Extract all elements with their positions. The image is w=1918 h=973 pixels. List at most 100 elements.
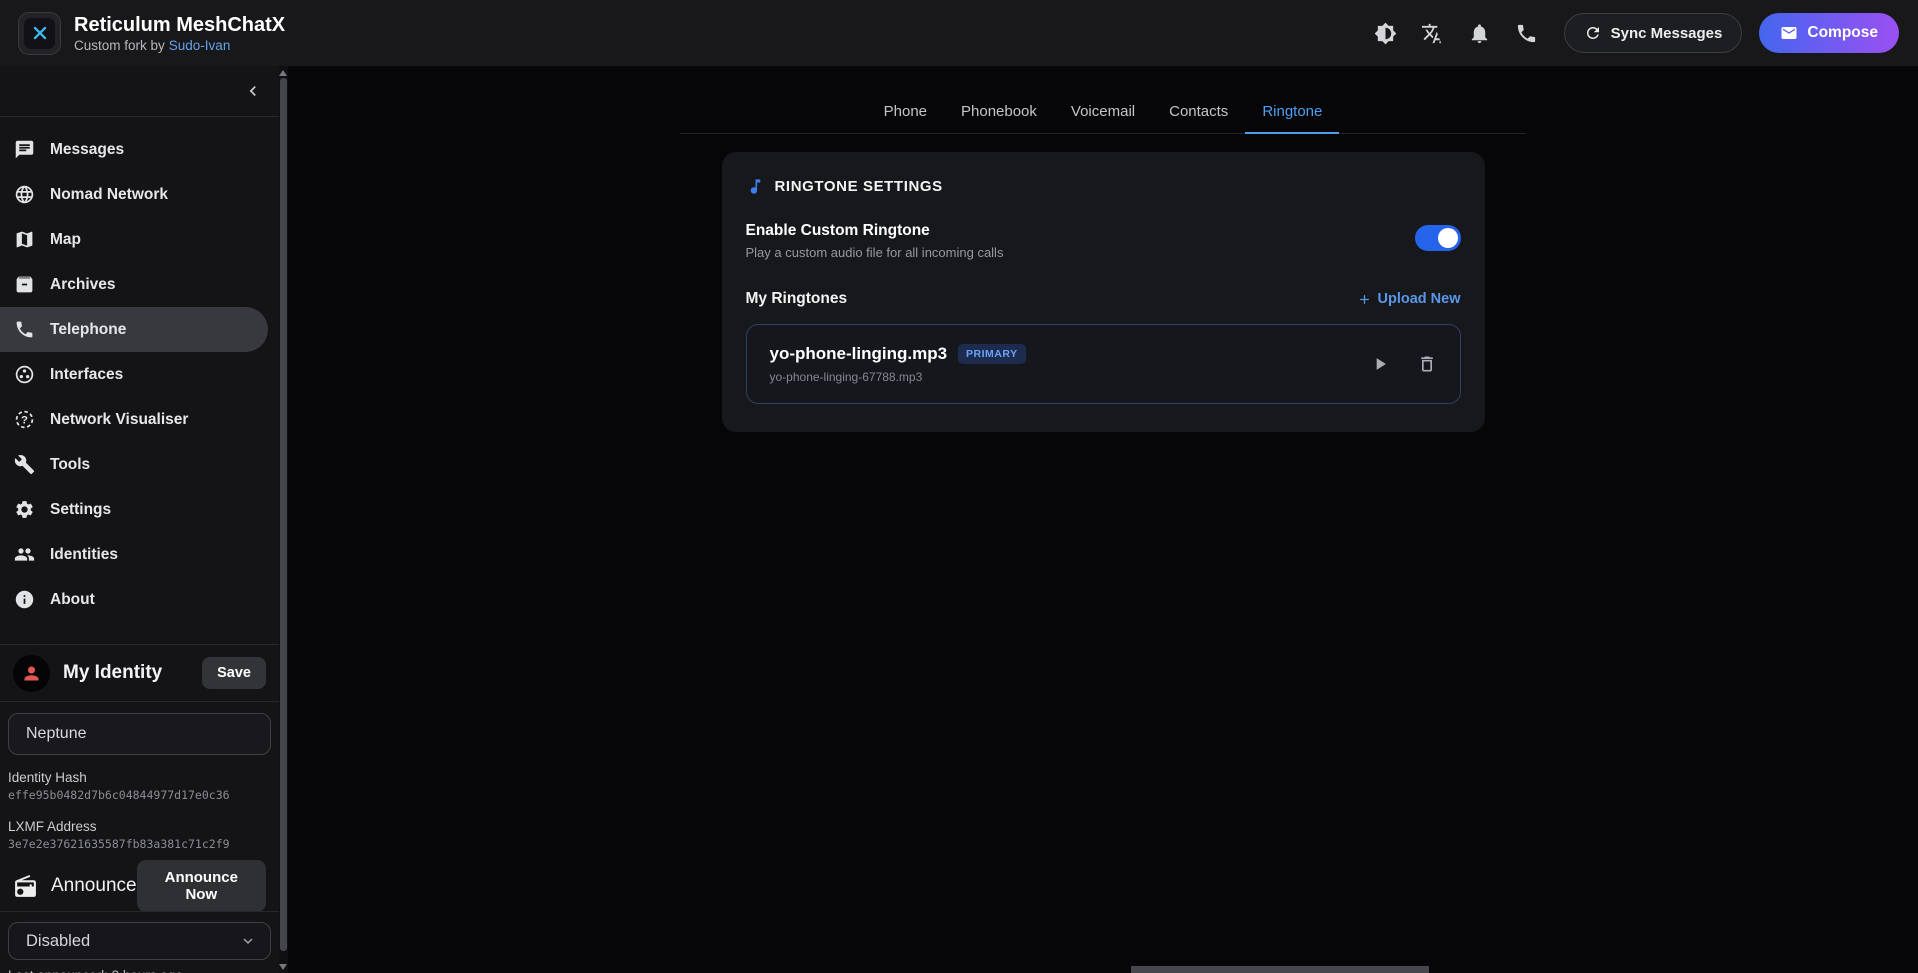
announce-mode-value: Disabled	[26, 932, 90, 951]
sidebar-item-label: Settings	[50, 501, 111, 519]
ringtone-name: yo-phone-linging.mp3	[770, 344, 948, 364]
sidebar-divider	[0, 911, 279, 912]
card-header: RINGTONE SETTINGS	[746, 177, 1461, 196]
sidebar-collapse-row	[0, 66, 279, 116]
translate-button[interactable]	[1413, 13, 1453, 53]
sidebar-item-label: Identities	[50, 546, 118, 564]
sidebar-scrollbar-thumb[interactable]	[280, 78, 287, 951]
trash-icon	[1417, 354, 1437, 374]
sidebar-item-tools[interactable]: Tools	[0, 442, 268, 487]
announce-mode-select[interactable]: Disabled	[8, 922, 271, 960]
theme-toggle-button[interactable]	[1366, 13, 1406, 53]
gear-icon	[14, 499, 35, 520]
announce-title: Announce	[51, 875, 137, 897]
radio-icon	[13, 874, 38, 899]
scroll-down-arrow-icon[interactable]	[279, 964, 287, 970]
music-note-icon	[746, 177, 765, 196]
announce-now-button[interactable]: Announce Now	[137, 860, 266, 912]
phone-button[interactable]	[1507, 13, 1547, 53]
archive-icon	[14, 274, 35, 295]
tab-ringtone[interactable]: Ringtone	[1245, 92, 1339, 133]
sidebar-nav: Messages Nomad Network Map Archives Tele…	[0, 117, 279, 622]
chat-icon	[14, 139, 35, 160]
sidebar-item-settings[interactable]: Settings	[0, 487, 268, 532]
upload-new-button[interactable]: Upload New	[1357, 291, 1461, 307]
upload-new-label: Upload New	[1378, 291, 1461, 307]
svg-text:?: ?	[21, 415, 28, 427]
tab-voicemail[interactable]: Voicemail	[1054, 92, 1152, 133]
sidebar-item-label: Telephone	[50, 321, 126, 339]
sidebar-item-label: Network Visualiser	[50, 411, 188, 429]
sidebar-item-map[interactable]: Map	[0, 217, 268, 262]
people-icon	[14, 544, 35, 565]
my-identity-header: My Identity Save	[0, 645, 279, 701]
mail-icon	[1780, 24, 1798, 42]
compose-label: Compose	[1807, 24, 1878, 42]
chevron-left-icon	[243, 81, 263, 101]
network-visualiser-icon: ?	[14, 409, 35, 430]
sidebar-item-telephone[interactable]: Telephone	[0, 307, 268, 352]
sidebar-item-about[interactable]: About	[0, 577, 268, 622]
plus-icon	[1357, 292, 1372, 307]
announce-header: Announce Announce Now	[0, 866, 279, 906]
primary-badge: PRIMARY	[958, 344, 1026, 364]
tab-contacts[interactable]: Contacts	[1152, 92, 1245, 133]
identity-hash-value: effe95b0482d7b6c04844977d17e0c36	[8, 788, 271, 802]
sidebar-item-archives[interactable]: Archives	[0, 262, 268, 307]
sidebar-item-nomad-network[interactable]: Nomad Network	[0, 172, 268, 217]
scroll-up-arrow-icon[interactable]	[279, 70, 287, 76]
toggle-knob	[1438, 228, 1458, 248]
ringtone-item: yo-phone-linging.mp3 PRIMARY yo-phone-li…	[746, 324, 1461, 404]
delete-ringtone-button[interactable]	[1417, 354, 1437, 374]
sudo-ivan-link[interactable]: Sudo-Ivan	[169, 38, 231, 53]
my-ringtones-label: My Ringtones	[746, 290, 848, 308]
enable-custom-ringtone-row: Enable Custom Ringtone Play a custom aud…	[746, 222, 1461, 260]
subtitle-prefix: Custom fork by	[74, 38, 165, 53]
sidebar-item-interfaces[interactable]: Interfaces	[0, 352, 268, 397]
compose-button[interactable]: Compose	[1759, 13, 1899, 53]
sync-messages-label: Sync Messages	[1611, 25, 1723, 42]
interfaces-icon	[14, 364, 35, 385]
sync-messages-button[interactable]: Sync Messages	[1564, 13, 1743, 53]
sidebar-item-label: Archives	[50, 276, 115, 294]
app-title: Reticulum MeshChatX	[74, 13, 285, 37]
my-ringtones-row: My Ringtones Upload New	[746, 290, 1461, 308]
display-name-input[interactable]	[8, 713, 271, 755]
identity-hash-label: Identity Hash	[8, 770, 271, 786]
play-ringtone-button[interactable]	[1370, 354, 1390, 374]
lxmf-address-value: 3e7e2e37621635587fb83a381c71c2f9	[8, 837, 271, 851]
brand: Reticulum MeshChatX Custom fork by Sudo-…	[18, 12, 285, 55]
save-button[interactable]: Save	[202, 657, 266, 689]
chevron-down-icon	[239, 932, 257, 950]
tab-phone[interactable]: Phone	[867, 92, 944, 133]
globe-icon	[14, 184, 35, 205]
topbar-actions: Sync Messages Compose	[1366, 13, 1899, 53]
phone-icon	[1515, 22, 1538, 45]
wrench-icon	[14, 454, 35, 475]
sidebar-item-label: Interfaces	[50, 366, 123, 384]
sidebar-item-label: Nomad Network	[50, 186, 168, 204]
sidebar-divider	[0, 701, 279, 702]
telephone-tabs: Phone Phonebook Voicemail Contacts Ringt…	[680, 92, 1526, 134]
card-title: RINGTONE SETTINGS	[775, 178, 943, 195]
sidebar-item-identities[interactable]: Identities	[0, 532, 268, 577]
sidebar-item-network-visualiser[interactable]: ? Network Visualiser	[0, 397, 268, 442]
sidebar-item-messages[interactable]: Messages	[0, 127, 268, 172]
sidebar-scrollbar[interactable]	[279, 66, 288, 973]
person-icon	[21, 663, 42, 684]
top-bar: Reticulum MeshChatX Custom fork by Sudo-…	[0, 0, 1918, 66]
notifications-button[interactable]	[1460, 13, 1500, 53]
tab-phonebook[interactable]: Phonebook	[944, 92, 1054, 133]
lxmf-address-block: LXMF Address 3e7e2e37621635587fb83a381c7…	[8, 819, 271, 851]
lxmf-address-label: LXMF Address	[8, 819, 271, 835]
sidebar-item-label: About	[50, 591, 95, 609]
telephone-icon	[14, 319, 35, 340]
main-horizontal-scrollbar-thumb[interactable]	[1131, 966, 1429, 973]
sidebar: Messages Nomad Network Map Archives Tele…	[0, 66, 279, 973]
collapse-sidebar-button[interactable]	[241, 79, 265, 103]
sidebar-item-label: Tools	[50, 456, 90, 474]
enable-custom-ringtone-toggle[interactable]	[1415, 225, 1461, 251]
x-logo-icon	[24, 18, 55, 49]
enable-custom-ringtone-label: Enable Custom Ringtone	[746, 222, 1004, 240]
app-logo	[18, 12, 61, 55]
